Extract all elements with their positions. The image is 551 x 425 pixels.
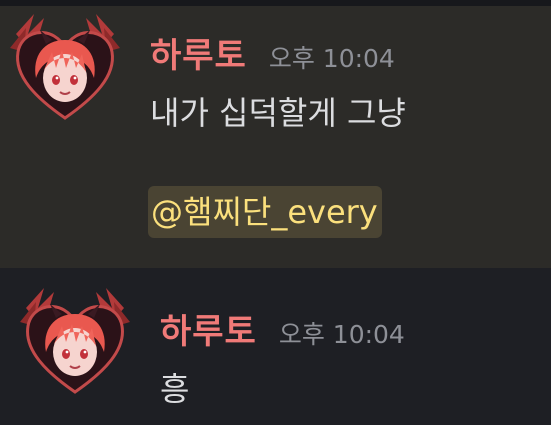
user-mention[interactable]: @햄찌단_every	[148, 186, 382, 238]
message-text: 내가 십덕할게 그냥	[150, 94, 406, 132]
message-group-2: 하루토 오후 10:04	[0, 268, 551, 425]
author-name[interactable]: 하루토	[150, 28, 247, 77]
message-header: 하루토 오후 10:04	[150, 28, 395, 77]
avatar[interactable]	[16, 282, 134, 400]
author-name[interactable]: 하루토	[160, 304, 257, 353]
avatar[interactable]	[6, 8, 124, 126]
message-header: 하루토 오후 10:04	[160, 304, 405, 353]
message-text: 흥	[160, 370, 190, 408]
timestamp: 오후 10:04	[268, 44, 395, 73]
timestamp: 오후 10:04	[278, 320, 405, 349]
